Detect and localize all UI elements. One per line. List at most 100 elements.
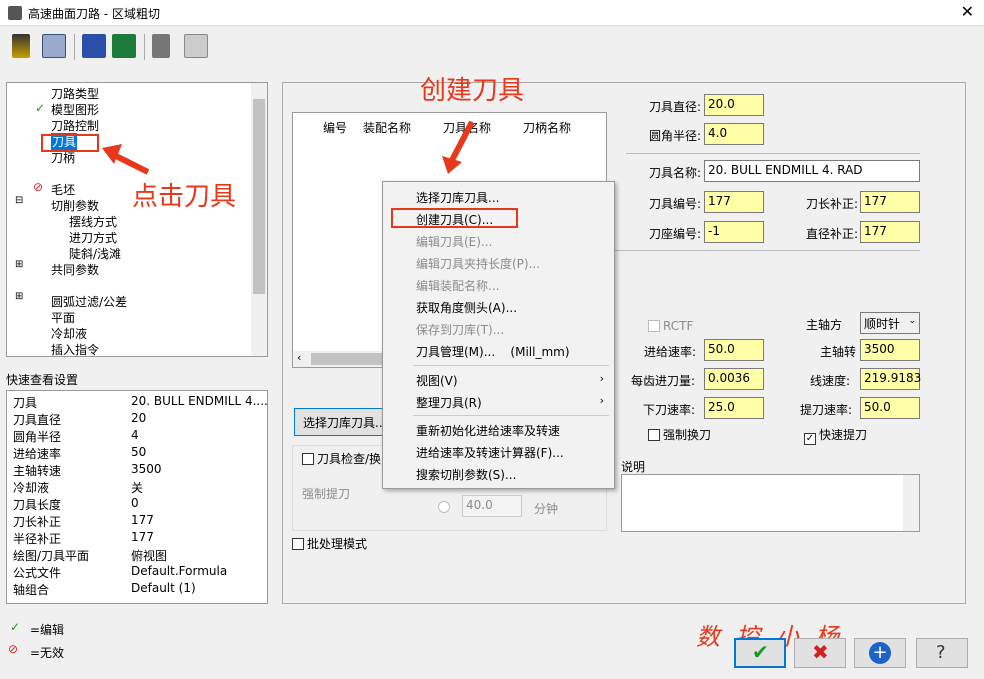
toolbar-separator [74,34,75,60]
help-button[interactable]: ? [916,638,968,668]
scroll-left-icon[interactable]: ‹ [297,351,301,364]
menu-item-feed-calculator[interactable]: 进给速率及转速计算器(F)... [416,444,564,461]
tool-check-checkbox[interactable]: 刀具检查/换 [302,450,381,467]
expand-icon[interactable]: ⊞ [15,259,23,270]
quickview-row: 圆角半径 4 [13,428,139,444]
menu-item-select-library[interactable]: 选择刀库刀具... [416,189,499,206]
spindle-dir-select[interactable]: 顺时针 ⌄ [860,312,920,334]
close-icon[interactable]: ✕ [961,2,974,21]
tree-item-steep-shallow[interactable]: 陡斜/浅滩 [69,245,121,262]
batch-mode-checkbox[interactable]: 批处理模式 [292,535,367,552]
apply-button[interactable]: + [854,638,906,668]
rapid-retract-checkbox[interactable]: ✓ 快速提刀 [804,426,867,445]
ok-button[interactable]: ✔ [734,638,786,668]
minutes-label: 分钟 [534,502,559,516]
quickview-row: 公式文件 Default.Formula [13,564,228,580]
quickview-title: 快速查看设置 [6,373,79,387]
head-number-input[interactable]: -1 [704,221,764,243]
minutes-radio[interactable] [438,501,450,513]
create-tool-highlight-box [391,208,518,228]
save-as-icon[interactable] [112,34,136,58]
menu-item-view[interactable]: 视图(V) [416,372,458,389]
menu-item-angle-head[interactable]: 获取角度侧头(A)... [416,299,517,316]
retract-rate-input[interactable]: 50.0 [860,397,920,419]
save-icon[interactable] [82,34,106,58]
quickview-panel: 刀具 20. BULL ENDMILL 4.... 刀具直径 20 圆角半径 4 进给… [6,390,268,604]
tree-scrollbar[interactable] [251,83,267,356]
feed-per-tooth-input[interactable]: 0.0036 [704,368,764,390]
tree-item-arc-filter[interactable]: 圆弧过滤/公差 [51,293,127,310]
quickview-row: 刀长补正 177 [13,513,154,529]
select-library-tool-button[interactable]: 选择刀库刀具... [294,408,386,436]
tool-diameter-input[interactable]: 20.0 [704,94,764,116]
quickview-row: 半径补正 177 [13,530,154,546]
tree-item-holder[interactable]: 刀柄 [51,149,75,166]
col-holder-name[interactable]: 刀柄名称 [523,119,571,136]
quickview-row: 主轴转速 3500 [13,462,162,478]
tool-number-input[interactable]: 177 [704,191,764,213]
menu-item-edit-assembly-name: 编辑装配名称... [416,279,500,293]
tree-item-path-type[interactable]: 刀路类型 [51,85,99,102]
tree-scroll-thumb[interactable] [253,99,265,294]
tree-item-misc[interactable]: 插入指令 [51,341,99,358]
remove-icon[interactable] [184,34,208,58]
dia-comp-input[interactable]: 177 [860,221,920,243]
menu-item-search-cut-params[interactable]: 搜索切削参数(S)... [416,466,516,483]
length-comp-input[interactable]: 177 [860,191,920,213]
tool-number-label: 刀具编号: [649,197,702,211]
tool-name-input[interactable]: 20. BULL ENDMILL 4. RAD [704,160,920,182]
col-assembly-name[interactable]: 装配名称 [363,119,411,136]
context-menu: 选择刀库刀具... 创建刀具(C)... 编辑刀具(E)... 编辑刀具夹持长度… [382,181,615,489]
force-tool-change-checkbox[interactable]: 强制换刀 [648,426,711,443]
menu-item-tool-manager[interactable]: 刀具管理(M)... (Mill_mm) [416,343,570,360]
tree-item-trochoidal[interactable]: 摆线方式 [69,213,117,230]
plunge-rate-input[interactable]: 25.0 [704,397,764,419]
menu-item-arrange-tools[interactable]: 整理刀具(R) [416,394,482,411]
tree-item-cut-params[interactable]: 切削参数 [51,197,99,214]
col-number[interactable]: 编号 [323,119,347,136]
help-icon: ? [936,642,946,663]
title-bar: 高速曲面刀路 - 区域粗切 ✕ [0,0,984,26]
create-tool-annotation: 创建刀具 [420,76,525,106]
comment-scrollbar[interactable] [903,475,919,531]
quickview-row: 刀具 20. BULL ENDMILL 4.... [13,394,268,410]
cancel-button[interactable]: ✖ [794,638,846,668]
table-scroll-thumb[interactable] [311,353,391,365]
feed-rate-input[interactable]: 50.0 [704,339,764,361]
menu-item-edit-tool: 编辑刀具(E)... [416,235,493,249]
tree-item-path-control[interactable]: 刀路控制 [51,117,99,134]
expand-icon[interactable]: ⊞ [15,291,23,302]
rctf-checkbox[interactable]: RCTF [648,319,693,333]
comment-label: 说明 [621,460,646,474]
check-icon: ✓ [10,620,21,634]
menu-separator [413,365,609,366]
menu-item-reinit-feeds[interactable]: 重新初始化进给速率及转速 [416,422,560,439]
tree-item-coolant[interactable]: 冷却液 [51,325,87,342]
tree-item-stock[interactable]: 毛坯 [51,181,75,198]
menu-separator [413,415,609,416]
tree-item-model[interactable]: 模型图形 [51,101,99,118]
close-icon: ✖ [812,640,829,664]
invalid-icon: ⊘ [8,642,19,656]
click-tool-annotation: 点击刀具 [132,182,237,212]
tool-icon[interactable] [12,34,30,58]
corner-radius-label: 圆角半径: [649,129,702,143]
surface-speed-input[interactable]: 219.9183 [860,368,921,390]
expand-icon[interactable]: ⊟ [15,195,23,206]
tree-item-planes[interactable]: 平面 [51,309,75,326]
preview-icon[interactable] [42,34,66,58]
calculator-icon[interactable] [152,34,170,58]
comment-textarea[interactable] [621,474,920,532]
legend-edit: =编辑 [30,623,65,637]
tree-item-entry[interactable]: 进刀方式 [69,229,117,246]
tree-item-linking[interactable]: 共同参数 [51,261,99,278]
spindle-speed-input[interactable]: 3500 [860,339,920,361]
quickview-row: 轴组合 Default (1) [13,581,196,597]
corner-radius-input[interactable]: 4.0 [704,123,764,145]
minutes-input[interactable]: 40.0 [462,495,522,517]
window-title: 高速曲面刀路 - 区域粗切 [28,7,160,21]
chevron-down-icon: ⌄ [908,316,916,326]
invalid-icon: ⊘ [33,180,44,194]
parameter-tree: 刀路类型 ✓ 模型图形 刀路控制 刀具 刀柄 ⊘ 毛坯 ⊟ 切削参数 摆线方式 … [6,82,268,357]
length-comp-label: 刀长补正: [806,197,859,211]
